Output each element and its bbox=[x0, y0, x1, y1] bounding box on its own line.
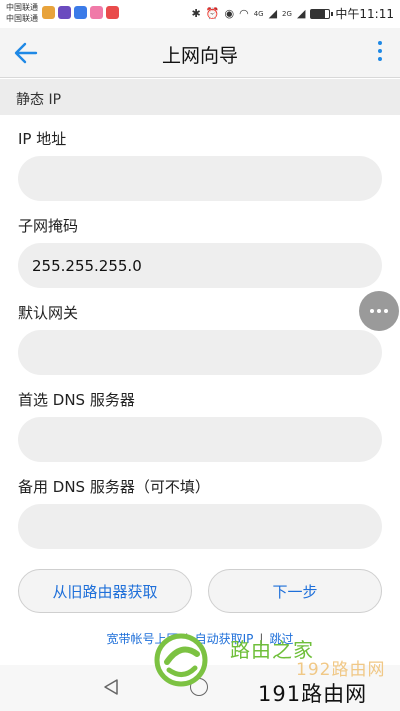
more-options-button[interactable] bbox=[376, 41, 384, 65]
ip-address-input[interactable] bbox=[18, 156, 382, 201]
floating-menu-button[interactable] bbox=[359, 291, 399, 331]
alarm-icon: ⏰ bbox=[205, 6, 220, 20]
page-title: 上网向导 bbox=[161, 45, 238, 67]
signal-2g-label: 2G bbox=[282, 9, 292, 18]
carrier-line-1: 中国联通 bbox=[6, 3, 38, 12]
status-bar: 中国联通 中国联通 ✱ ⏰ ◉ ◠ 4G ◢ 2G ◢ 中午11:11 bbox=[0, 0, 400, 28]
signal-icon: ◢ bbox=[268, 6, 278, 20]
app-header: 上网向导 bbox=[0, 28, 400, 78]
more-dot bbox=[378, 49, 382, 53]
primary-dns-label: 首选 DNS 服务器 bbox=[18, 391, 135, 409]
notification-icons bbox=[42, 6, 119, 19]
nav-back-icon[interactable] bbox=[102, 678, 120, 696]
status-icons: ✱ ⏰ ◉ ◠ 4G ◢ 2G ◢ 中午11:11 bbox=[192, 5, 394, 22]
clock: 中午11:11 bbox=[335, 7, 394, 21]
bluetooth-icon: ✱ bbox=[191, 6, 201, 20]
get-from-old-router-button[interactable]: 从旧路由器获取 bbox=[18, 569, 192, 613]
ip-address-label: IP 地址 bbox=[18, 130, 67, 148]
gateway-input[interactable] bbox=[18, 330, 382, 375]
section-label: 静态 IP bbox=[16, 92, 62, 108]
subnet-mask-label: 子网掩码 bbox=[18, 217, 79, 235]
carrier-label: 中国联通 中国联通 bbox=[6, 2, 38, 24]
watermark-text: 192路由网 bbox=[296, 660, 386, 680]
baidu-icon bbox=[74, 6, 87, 19]
next-step-button[interactable]: 下一步 bbox=[208, 569, 382, 613]
carrier-line-2: 中国联通 bbox=[6, 14, 38, 23]
section-static-ip: 静态 IP bbox=[0, 79, 400, 115]
watermark-logo bbox=[154, 633, 208, 687]
secondary-dns-label: 备用 DNS 服务器（可不填） bbox=[18, 478, 210, 496]
battery-icon bbox=[310, 8, 334, 19]
floating-dot bbox=[384, 309, 388, 313]
wifi-icon: ◠ bbox=[239, 6, 249, 20]
video-icon bbox=[58, 6, 71, 19]
signal-icon: ◢ bbox=[296, 6, 306, 20]
floating-dot bbox=[377, 309, 381, 313]
subnet-mask-input[interactable] bbox=[18, 243, 382, 288]
eye-icon: ◉ bbox=[224, 6, 235, 20]
gallery-icon bbox=[90, 6, 103, 19]
primary-dns-input[interactable] bbox=[18, 417, 382, 462]
gateway-label: 默认网关 bbox=[18, 304, 79, 322]
signal-4g-label: 4G bbox=[253, 9, 264, 18]
weibo-icon bbox=[42, 6, 55, 19]
secondary-dns-input[interactable] bbox=[18, 504, 382, 549]
more-dot bbox=[378, 57, 382, 61]
app-icon bbox=[106, 6, 119, 19]
more-dot bbox=[378, 41, 382, 45]
watermark-text: 191路由网 bbox=[258, 682, 368, 706]
floating-dot bbox=[370, 309, 374, 313]
